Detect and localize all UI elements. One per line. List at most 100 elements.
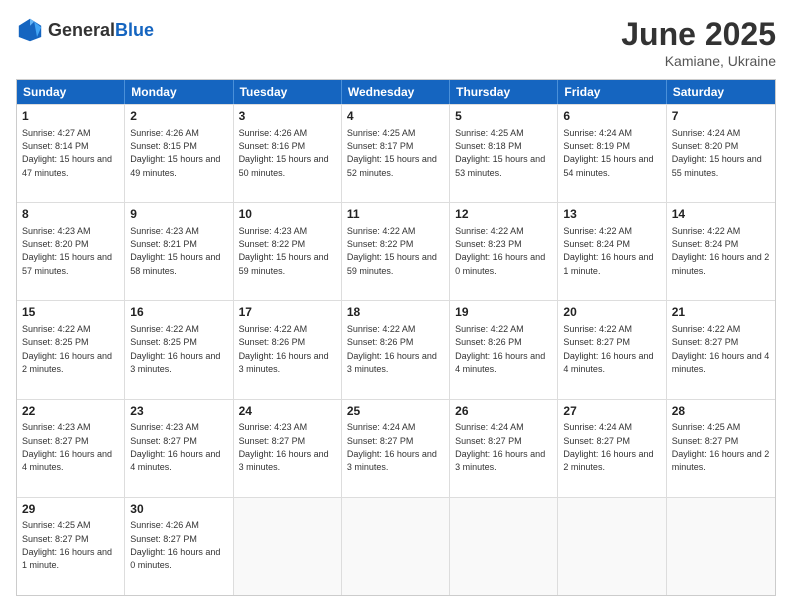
cell-text: Sunrise: 4:22 AMSunset: 8:26 PMDaylight:… (347, 324, 437, 374)
calendar-cell: 12 Sunrise: 4:22 AMSunset: 8:23 PMDayligh… (450, 203, 558, 300)
cell-text: Sunrise: 4:23 AMSunset: 8:21 PMDaylight:… (130, 226, 220, 276)
cell-text: Sunrise: 4:22 AMSunset: 8:24 PMDaylight:… (563, 226, 653, 276)
cell-text: Sunrise: 4:24 AMSunset: 8:27 PMDaylight:… (563, 422, 653, 472)
day-number: 3 (239, 109, 336, 125)
header-friday: Friday (558, 80, 666, 104)
cell-text: Sunrise: 4:22 AMSunset: 8:23 PMDaylight:… (455, 226, 545, 276)
day-number: 10 (239, 207, 336, 223)
cell-text: Sunrise: 4:25 AMSunset: 8:17 PMDaylight:… (347, 128, 437, 178)
day-number: 19 (455, 305, 552, 321)
cell-text: Sunrise: 4:26 AMSunset: 8:15 PMDaylight:… (130, 128, 220, 178)
calendar-header: Sunday Monday Tuesday Wednesday Thursday… (17, 80, 775, 104)
cell-text: Sunrise: 4:22 AMSunset: 8:26 PMDaylight:… (239, 324, 329, 374)
cell-text: Sunrise: 4:25 AMSunset: 8:27 PMDaylight:… (672, 422, 770, 472)
cell-text: Sunrise: 4:23 AMSunset: 8:27 PMDaylight:… (239, 422, 329, 472)
calendar-week-4: 22 Sunrise: 4:23 AMSunset: 8:27 PMDayligh… (17, 399, 775, 497)
calendar-cell (667, 498, 775, 595)
cell-text: Sunrise: 4:26 AMSunset: 8:27 PMDaylight:… (130, 520, 220, 570)
calendar-cell: 16Sunrise: 4:22 AMSunset: 8:25 PMDayligh… (125, 301, 233, 398)
day-number: 21 (672, 305, 770, 321)
header-thursday: Thursday (450, 80, 558, 104)
calendar-cell: 28 Sunrise: 4:25 AMSunset: 8:27 PMDayligh… (667, 400, 775, 497)
logo-blue: Blue (115, 20, 154, 40)
logo-general: General (48, 20, 115, 40)
day-number: 30 (130, 502, 227, 518)
calendar-cell: 30 Sunrise: 4:26 AMSunset: 8:27 PMDayligh… (125, 498, 233, 595)
day-number: 11 (347, 207, 444, 223)
calendar-cell (234, 498, 342, 595)
calendar-cell: 18 Sunrise: 4:22 AMSunset: 8:26 PMDayligh… (342, 301, 450, 398)
calendar-cell: 24Sunrise: 4:23 AMSunset: 8:27 PMDayligh… (234, 400, 342, 497)
calendar-cell: 10 Sunrise: 4:23 AMSunset: 8:22 PMDayligh… (234, 203, 342, 300)
day-number: 17 (239, 305, 336, 321)
cell-text: Sunrise: 4:22 AMSunset: 8:27 PMDaylight:… (563, 324, 653, 374)
calendar-cell: 22 Sunrise: 4:23 AMSunset: 8:27 PMDayligh… (17, 400, 125, 497)
day-number: 27 (563, 404, 660, 420)
calendar-cell: 7 Sunrise: 4:24 AMSunset: 8:20 PMDaylight… (667, 105, 775, 202)
day-number: 28 (672, 404, 770, 420)
calendar-cell: 3 Sunrise: 4:26 AMSunset: 8:16 PMDaylight… (234, 105, 342, 202)
cell-text: Sunrise: 4:24 AMSunset: 8:19 PMDaylight:… (563, 128, 653, 178)
day-number: 25 (347, 404, 444, 420)
logo: GeneralBlue (16, 16, 154, 44)
calendar-cell: 17 Sunrise: 4:22 AMSunset: 8:26 PMDayligh… (234, 301, 342, 398)
day-number: 14 (672, 207, 770, 223)
header-tuesday: Tuesday (234, 80, 342, 104)
day-number: 22 (22, 404, 119, 420)
calendar-cell: 11Sunrise: 4:22 AMSunset: 8:22 PMDayligh… (342, 203, 450, 300)
cell-text: Sunrise: 4:23 AMSunset: 8:20 PMDaylight:… (22, 226, 112, 276)
calendar-cell: 1 Sunrise: 4:27 AMSunset: 8:14 PMDaylight… (17, 105, 125, 202)
title-section: June 2025 Kamiane, Ukraine (621, 16, 776, 69)
calendar-cell: 19 Sunrise: 4:22 AMSunset: 8:26 PMDayligh… (450, 301, 558, 398)
calendar-cell: 21Sunrise: 4:22 AMSunset: 8:27 PMDayligh… (667, 301, 775, 398)
day-number: 12 (455, 207, 552, 223)
cell-text: Sunrise: 4:22 AMSunset: 8:25 PMDaylight:… (130, 324, 220, 374)
header-wednesday: Wednesday (342, 80, 450, 104)
location: Kamiane, Ukraine (621, 53, 776, 69)
day-number: 15 (22, 305, 119, 321)
day-number: 7 (672, 109, 770, 125)
cell-text: Sunrise: 4:23 AMSunset: 8:27 PMDaylight:… (130, 422, 220, 472)
calendar-cell: 5Sunrise: 4:25 AMSunset: 8:18 PMDaylight… (450, 105, 558, 202)
day-number: 9 (130, 207, 227, 223)
day-number: 6 (563, 109, 660, 125)
day-number: 4 (347, 109, 444, 125)
calendar-cell: 2Sunrise: 4:26 AMSunset: 8:15 PMDaylight… (125, 105, 233, 202)
calendar-cell: 23 Sunrise: 4:23 AMSunset: 8:27 PMDayligh… (125, 400, 233, 497)
header-saturday: Saturday (667, 80, 775, 104)
day-number: 23 (130, 404, 227, 420)
day-number: 29 (22, 502, 119, 518)
cell-text: Sunrise: 4:24 AMSunset: 8:20 PMDaylight:… (672, 128, 762, 178)
calendar-cell (558, 498, 666, 595)
calendar-week-1: 1 Sunrise: 4:27 AMSunset: 8:14 PMDaylight… (17, 104, 775, 202)
day-number: 18 (347, 305, 444, 321)
cell-text: Sunrise: 4:27 AMSunset: 8:14 PMDaylight:… (22, 128, 112, 178)
cell-text: Sunrise: 4:25 AMSunset: 8:18 PMDaylight:… (455, 128, 545, 178)
calendar-cell: 26Sunrise: 4:24 AMSunset: 8:27 PMDayligh… (450, 400, 558, 497)
cell-text: Sunrise: 4:22 AMSunset: 8:26 PMDaylight:… (455, 324, 545, 374)
calendar-body: 1 Sunrise: 4:27 AMSunset: 8:14 PMDaylight… (17, 104, 775, 595)
calendar-cell: 25Sunrise: 4:24 AMSunset: 8:27 PMDayligh… (342, 400, 450, 497)
cell-text: Sunrise: 4:26 AMSunset: 8:16 PMDaylight:… (239, 128, 329, 178)
day-number: 20 (563, 305, 660, 321)
header-sunday: Sunday (17, 80, 125, 104)
cell-text: Sunrise: 4:25 AMSunset: 8:27 PMDaylight:… (22, 520, 112, 570)
header: GeneralBlue June 2025 Kamiane, Ukraine (16, 16, 776, 69)
cell-text: Sunrise: 4:23 AMSunset: 8:27 PMDaylight:… (22, 422, 112, 472)
calendar-cell: 13Sunrise: 4:22 AMSunset: 8:24 PMDayligh… (558, 203, 666, 300)
calendar-cell: 6 Sunrise: 4:24 AMSunset: 8:19 PMDaylight… (558, 105, 666, 202)
calendar-cell: 20 Sunrise: 4:22 AMSunset: 8:27 PMDayligh… (558, 301, 666, 398)
header-monday: Monday (125, 80, 233, 104)
calendar-cell: 29 Sunrise: 4:25 AMSunset: 8:27 PMDayligh… (17, 498, 125, 595)
calendar-cell: 4 Sunrise: 4:25 AMSunset: 8:17 PMDaylight… (342, 105, 450, 202)
cell-text: Sunrise: 4:24 AMSunset: 8:27 PMDaylight:… (455, 422, 545, 472)
calendar-cell: 14 Sunrise: 4:22 AMSunset: 8:24 PMDayligh… (667, 203, 775, 300)
day-number: 1 (22, 109, 119, 125)
calendar-cell: 9 Sunrise: 4:23 AMSunset: 8:21 PMDaylight… (125, 203, 233, 300)
page: GeneralBlue June 2025 Kamiane, Ukraine S… (0, 0, 792, 612)
cell-text: Sunrise: 4:22 AMSunset: 8:24 PMDaylight:… (672, 226, 770, 276)
calendar-week-2: 8Sunrise: 4:23 AMSunset: 8:20 PMDaylight… (17, 202, 775, 300)
cell-text: Sunrise: 4:23 AMSunset: 8:22 PMDaylight:… (239, 226, 329, 276)
calendar: Sunday Monday Tuesday Wednesday Thursday… (16, 79, 776, 596)
month-title: June 2025 (621, 16, 776, 53)
